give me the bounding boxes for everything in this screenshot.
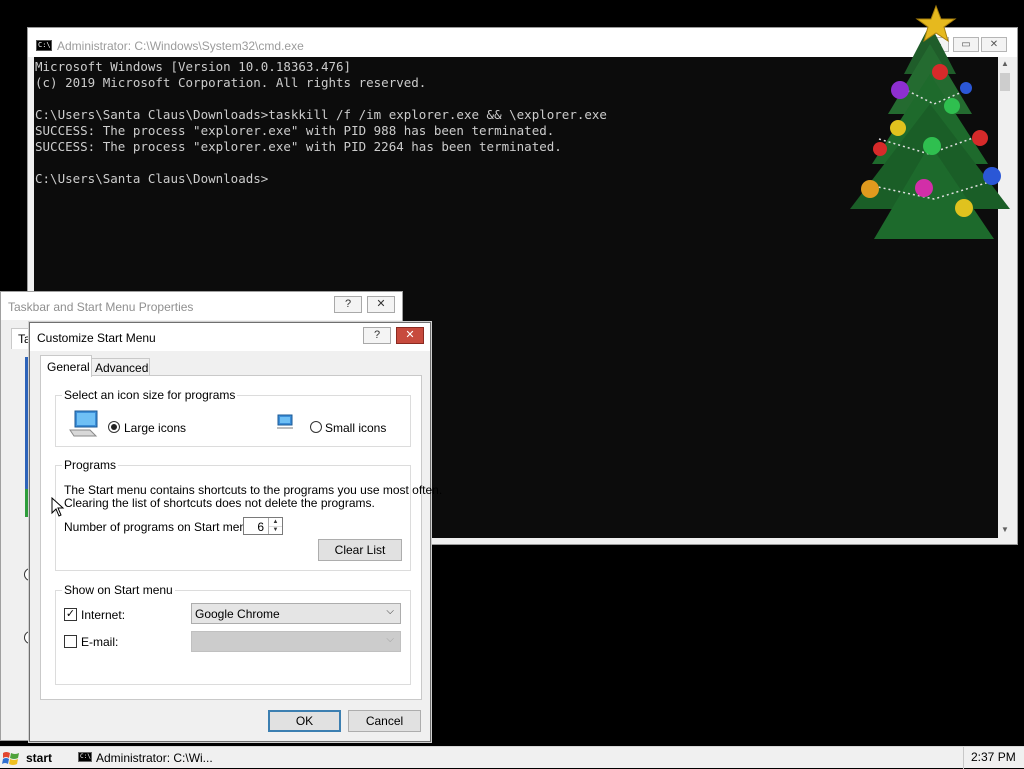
tab-general-label: General [47,360,90,374]
taskbar-properties-title-bar[interactable]: Taskbar and Start Menu Properties ? ✕ [1,292,402,320]
help-button[interactable]: ? [363,327,391,344]
programs-count-value: 6 [257,520,264,534]
programs-count-label: Number of programs on Start menu: [64,520,257,534]
close-button[interactable]: ✕ [396,327,424,344]
small-monitor-icon [277,414,293,429]
spin-down-icon[interactable]: ▼ [268,526,282,534]
taskbar-item-cmd[interactable]: C:\ Administrator: C:\Wi... [72,748,270,768]
start-label: start [26,751,53,765]
large-icons-label: Large icons [124,421,187,435]
show-on-start-group: Show on Start menu ✓ Internet: Google Ch… [55,583,411,685]
start-button[interactable]: start [0,747,58,769]
internet-checkbox[interactable]: ✓ [64,608,77,621]
ok-button[interactable]: OK [268,710,341,732]
cmd-title-text: Administrator: C:\Windows\System32\cmd.e… [57,39,304,53]
windows-flag-icon [2,752,19,765]
customize-start-menu-dialog[interactable]: Customize Start Menu ? ✕ General Advance… [29,322,442,742]
dialog-title: Taskbar and Start Menu Properties [8,300,194,314]
mouse-cursor-icon [51,497,65,517]
chevron-down-icon: ⌵ [386,606,394,617]
cmd-icon: C:\ [78,752,92,762]
cmd-icon: C:\ [36,40,52,51]
internet-label: Internet: [81,608,126,622]
large-monitor-icon [69,410,98,437]
programs-legend: Programs [62,458,119,472]
dialog-title: Customize Start Menu [37,331,156,345]
email-client-select: ⌵ [191,631,401,652]
programs-description-line: Clearing the list of shortcuts does not … [64,496,375,510]
internet-browser-value: Google Chrome [195,607,280,621]
show-on-start-legend: Show on Start menu [62,583,175,597]
clear-list-button[interactable]: Clear List [318,539,402,561]
close-button[interactable]: ✕ [367,296,395,313]
internet-browser-select[interactable]: Google Chrome ⌵ [191,603,401,624]
cancel-button[interactable]: Cancel [348,710,421,732]
programs-description-line: The Start menu contains shortcuts to the… [64,483,443,497]
small-icons-label: Small icons [325,421,387,435]
general-tab-panel: Select an icon size for programs Large i… [40,375,442,700]
email-label: E-mail: [81,635,119,649]
icon-size-group: Select an icon size for programs Large i… [55,388,411,447]
taskbar: start C:\ Administrator: C:\Wi... 2:37 P… [0,746,1024,769]
chevron-down-icon: ⌵ [386,634,394,645]
small-icons-radio[interactable] [310,421,322,433]
large-icons-radio[interactable] [108,421,120,433]
system-clock[interactable]: 2:37 PM [963,747,1024,769]
help-button[interactable]: ? [334,296,362,313]
email-checkbox[interactable] [64,635,77,648]
programs-count-stepper[interactable]: 6 ▲ ▼ [243,517,283,535]
icon-size-legend: Select an icon size for programs [62,388,238,402]
tab-general[interactable]: General [40,355,92,377]
programs-group: Programs The Start menu contains shortcu… [55,458,442,571]
christmas-tree-icon [850,4,1010,239]
scroll-down-icon[interactable]: ▼ [1001,525,1009,534]
clock-time: 2:37 PM [971,750,1016,764]
customize-title-bar[interactable]: Customize Start Menu ? ✕ [30,323,430,351]
taskbar-item-label: Administrator: C:\Wi... [96,751,213,765]
tab-advanced-label: Advanced [95,361,149,375]
